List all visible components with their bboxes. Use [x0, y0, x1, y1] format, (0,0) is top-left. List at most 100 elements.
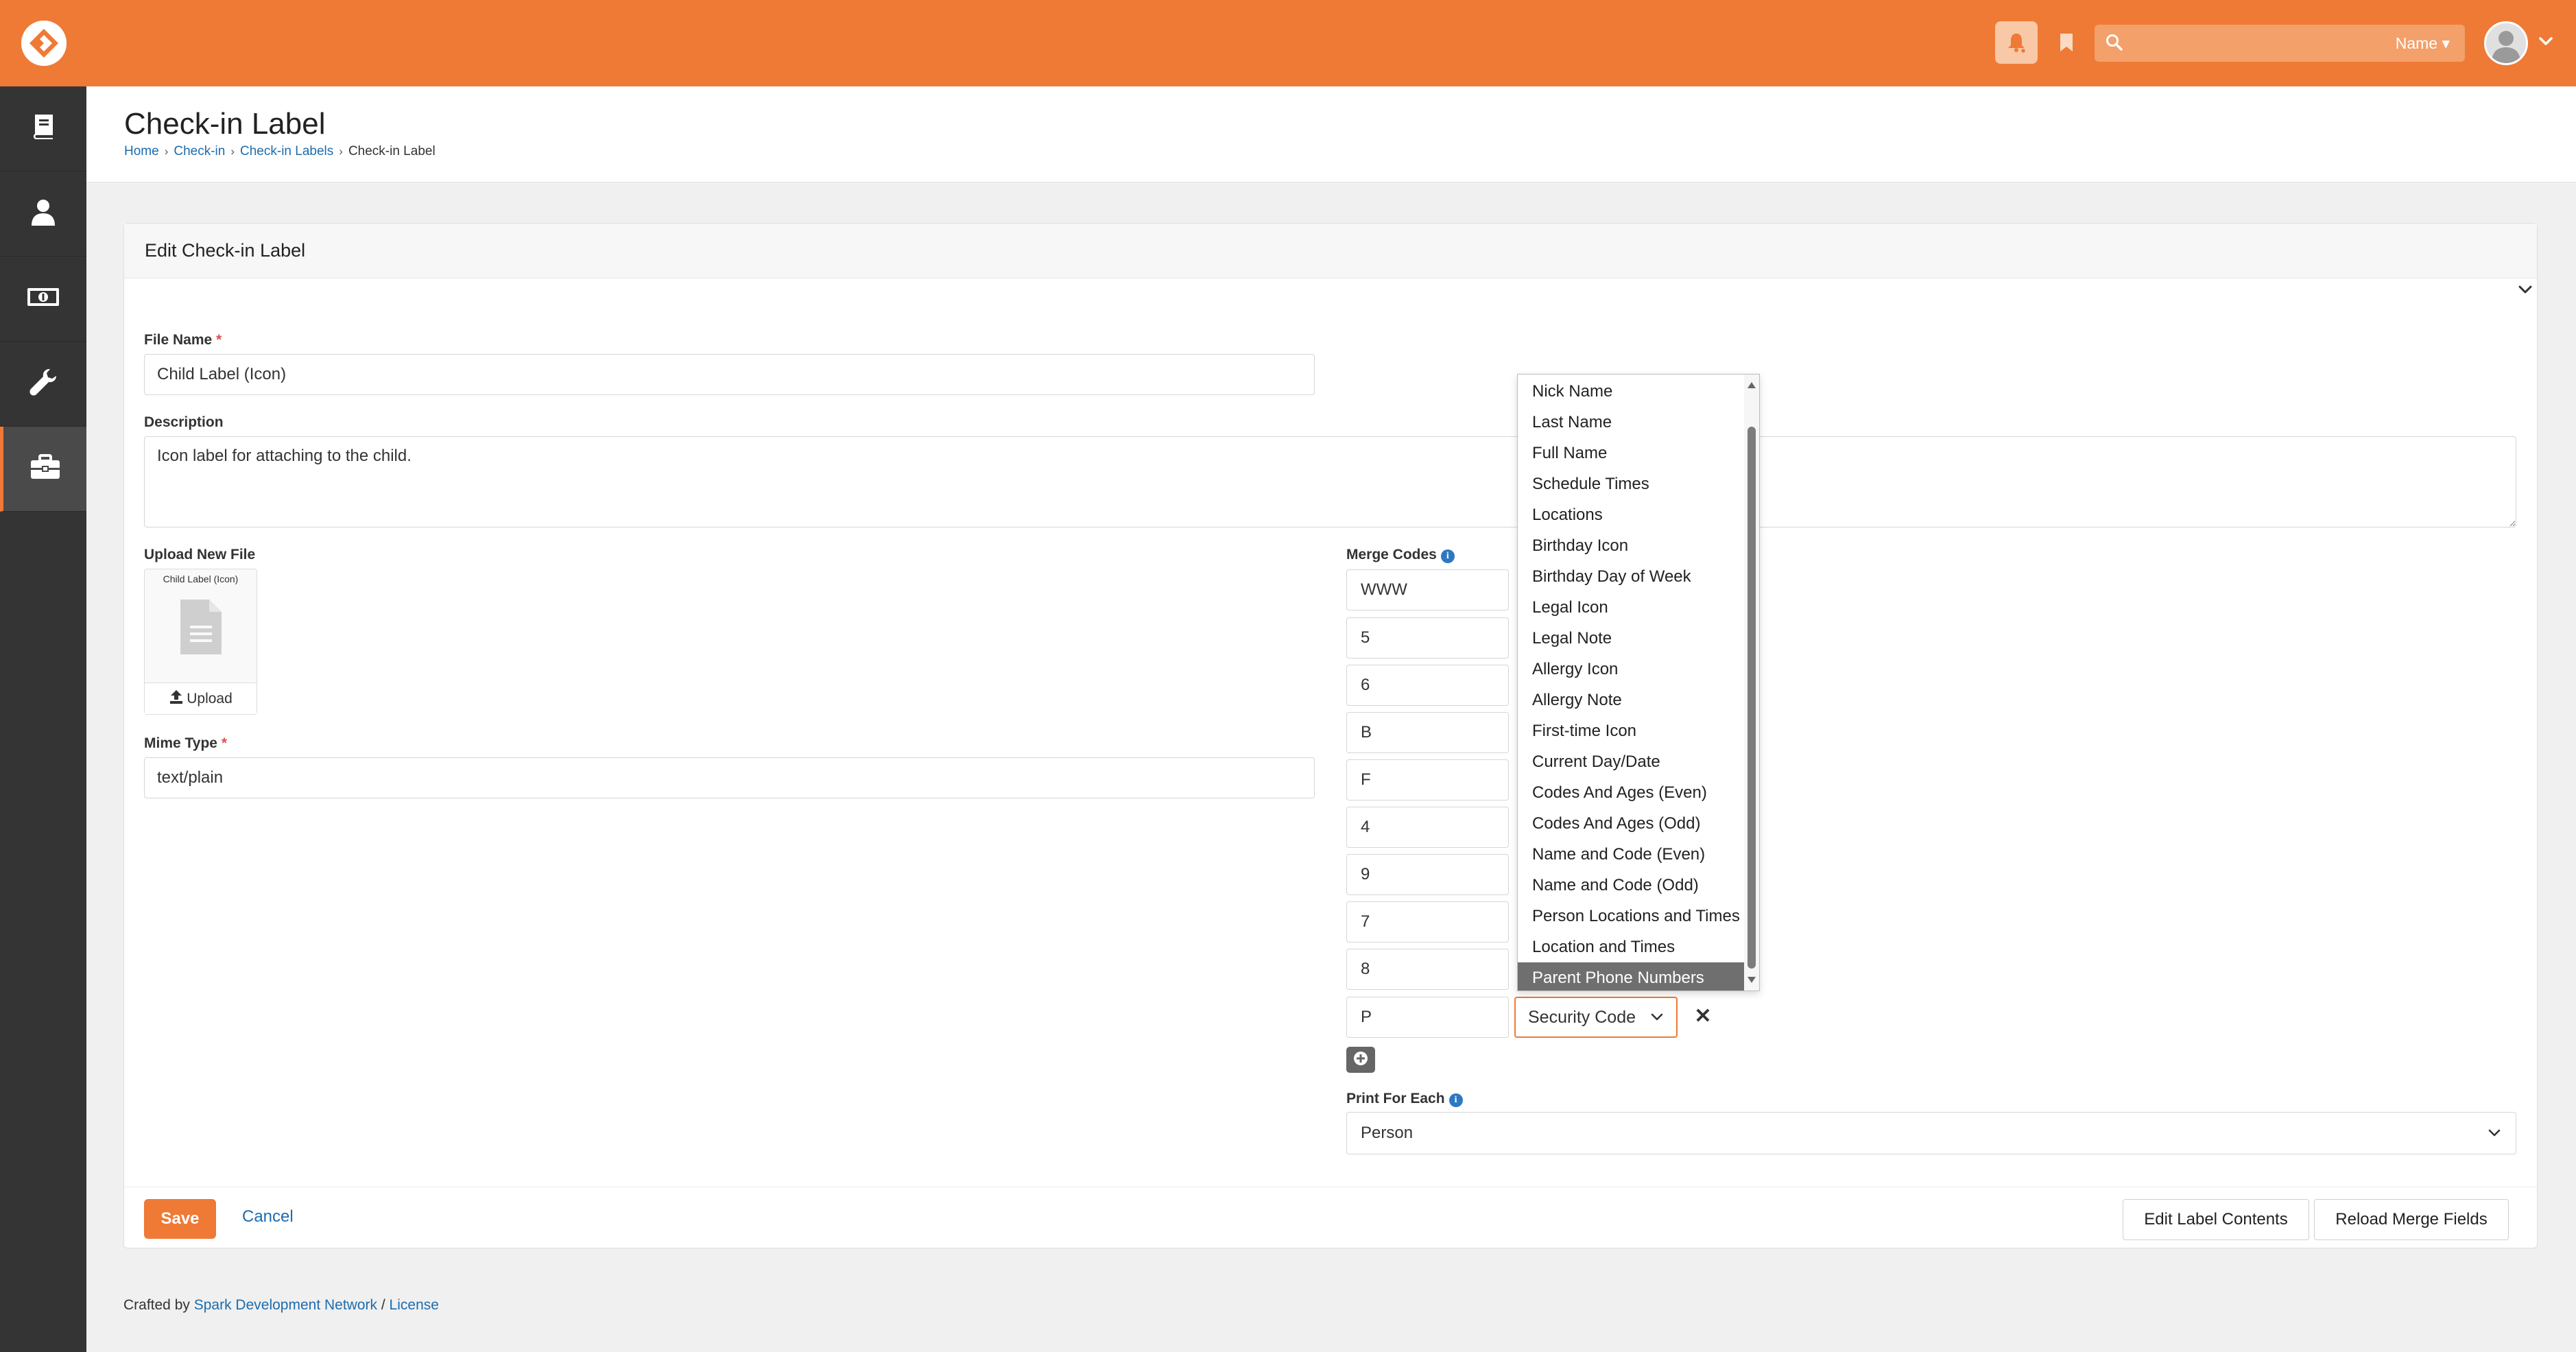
- search-box: Name ▾: [2095, 25, 2465, 62]
- merge-code-key-input[interactable]: 8: [1346, 949, 1509, 990]
- book-icon: [31, 113, 56, 144]
- merge-field-select[interactable]: Security Code: [1514, 997, 1678, 1038]
- dropdown-option[interactable]: Legal Icon: [1518, 592, 1744, 623]
- add-merge-code-button[interactable]: [1346, 1047, 1375, 1073]
- breadcrumb: Home › Check-in › Check-in Labels › Check-in L…: [124, 144, 436, 159]
- merge-codes-label: Merge Codes i: [1346, 547, 1455, 563]
- chevron-right-icon: ›: [339, 145, 343, 158]
- rock-logo-icon[interactable]: [21, 21, 67, 66]
- notifications-bell-icon[interactable]: [1995, 21, 2038, 64]
- dropdown-option[interactable]: Person Locations and Times: [1518, 901, 1744, 932]
- save-button[interactable]: Save: [144, 1199, 216, 1239]
- top-navbar: Name ▾: [0, 0, 2576, 86]
- dropdown-option[interactable]: Full Name: [1518, 438, 1744, 469]
- upload-button-label: Upload: [187, 690, 232, 707]
- uploaded-file-name: Child Label (Icon): [163, 573, 239, 584]
- dropdown-scrollbar[interactable]: [1744, 375, 1759, 991]
- sidebar: [0, 86, 86, 1352]
- merge-code-key-input[interactable]: WWW: [1346, 569, 1509, 610]
- dropdown-option[interactable]: Locations: [1518, 499, 1744, 530]
- cancel-button[interactable]: Cancel: [242, 1207, 294, 1226]
- dropdown-option[interactable]: Nick Name: [1518, 376, 1744, 407]
- sidebar-item-people[interactable]: [0, 171, 86, 257]
- crafted-by-text: Crafted by: [123, 1297, 190, 1313]
- scroll-up-arrow-icon[interactable]: [1747, 380, 1756, 392]
- page-header: Check-in Label Home › Check-in › Check-in La…: [86, 86, 2576, 182]
- briefcase-icon: [30, 454, 60, 484]
- sidebar-item-book[interactable]: [0, 86, 86, 171]
- dropdown-option[interactable]: First-time Icon: [1518, 715, 1744, 746]
- merge-codes-label-text: Merge Codes: [1346, 547, 1437, 562]
- scroll-down-arrow-icon[interactable]: [1747, 975, 1756, 988]
- spark-link[interactable]: Spark Development Network: [194, 1297, 377, 1313]
- dropdown-option[interactable]: Schedule Times: [1518, 469, 1744, 499]
- required-mark: *: [221, 735, 227, 751]
- breadcrumb-current: Check-in Label: [348, 144, 436, 158]
- upload-new-file-label: Upload New File: [144, 547, 256, 562]
- scrollbar-thumb[interactable]: [1748, 427, 1756, 969]
- footer-credits: Crafted by Spark Development Network / L…: [123, 1297, 439, 1314]
- dropdown-option[interactable]: Codes And Ages (Even): [1518, 777, 1744, 808]
- sidebar-item-finance[interactable]: [0, 257, 86, 342]
- file-name-input[interactable]: [144, 354, 1315, 395]
- remove-merge-code-button[interactable]: ✕: [1686, 997, 1720, 1035]
- user-avatar[interactable]: [2484, 21, 2528, 65]
- sidebar-item-admin[interactable]: [0, 427, 86, 512]
- bookmark-icon[interactable]: [2045, 21, 2088, 64]
- merge-code-key-input[interactable]: F: [1346, 759, 1509, 800]
- print-for-each-value: Person: [1361, 1124, 1414, 1142]
- search-input[interactable]: [2138, 29, 2344, 58]
- dropdown-option-highlighted[interactable]: Parent Phone Numbers: [1518, 962, 1744, 991]
- document-icon: [179, 598, 223, 659]
- file-uploader: Child Label (Icon) Upload: [144, 569, 257, 715]
- dropdown-option[interactable]: Location and Times: [1518, 932, 1744, 962]
- dropdown-option[interactable]: Birthday Day of Week: [1518, 561, 1744, 592]
- info-icon[interactable]: i: [1448, 1093, 1463, 1107]
- mime-type-label-text: Mime Type: [144, 735, 217, 751]
- footer-separator: /: [381, 1297, 385, 1313]
- breadcrumb-home[interactable]: Home: [124, 144, 159, 158]
- upload-button[interactable]: Upload: [145, 683, 257, 714]
- print-for-each-select[interactable]: Person: [1346, 1112, 2516, 1154]
- chevron-down-icon[interactable]: [2516, 281, 2534, 302]
- dropdown-option[interactable]: Allergy Note: [1518, 685, 1744, 715]
- info-icon[interactable]: i: [1440, 549, 1455, 563]
- edit-label-contents-button[interactable]: Edit Label Contents: [2123, 1199, 2309, 1240]
- description-label: Description: [144, 414, 224, 430]
- search-icon: [2106, 34, 2123, 55]
- dropdown-option[interactable]: Birthday Icon: [1518, 530, 1744, 561]
- merge-field-select-value: Security Code: [1528, 1008, 1636, 1027]
- chevron-down-icon: [1650, 998, 1664, 1050]
- merge-code-key-input[interactable]: B: [1346, 712, 1509, 753]
- plus-circle-icon: [1352, 1050, 1369, 1070]
- panel-heading: Edit Check-in Label: [124, 224, 2537, 278]
- chevron-right-icon: ›: [164, 145, 169, 158]
- required-mark: *: [216, 332, 222, 348]
- reload-merge-fields-button[interactable]: Reload Merge Fields: [2314, 1199, 2509, 1240]
- dropdown-option[interactable]: Name and Code (Even): [1518, 839, 1744, 870]
- merge-code-key-input[interactable]: 9: [1346, 854, 1509, 895]
- dropdown-option[interactable]: Current Day/Date: [1518, 746, 1744, 777]
- dropdown-option[interactable]: Codes And Ages (Odd): [1518, 808, 1744, 839]
- dropdown-option[interactable]: Allergy Icon: [1518, 654, 1744, 685]
- merge-code-key-input[interactable]: 6: [1346, 665, 1509, 706]
- merge-code-key-input[interactable]: 4: [1346, 807, 1509, 848]
- sidebar-item-admin-tools[interactable]: [0, 342, 86, 427]
- wrench-icon: [29, 368, 58, 400]
- merge-code-key-input[interactable]: 5: [1346, 617, 1509, 659]
- mime-type-input[interactable]: [144, 757, 1315, 798]
- chevron-down-icon[interactable]: [2538, 33, 2554, 53]
- breadcrumb-checkin-labels[interactable]: Check-in Labels: [240, 144, 333, 158]
- merge-code-key-input[interactable]: 7: [1346, 901, 1509, 942]
- breadcrumb-checkin[interactable]: Check-in: [174, 144, 225, 158]
- mime-type-label: Mime Type *: [144, 735, 227, 752]
- license-link[interactable]: License: [390, 1297, 439, 1313]
- dropdown-option[interactable]: Last Name: [1518, 407, 1744, 438]
- merge-code-key-input[interactable]: P: [1346, 997, 1509, 1038]
- search-scope-dropdown[interactable]: Name ▾: [2396, 34, 2450, 53]
- file-name-label-text: File Name: [144, 332, 213, 348]
- dropdown-option[interactable]: Legal Note: [1518, 623, 1744, 654]
- user-icon: [30, 198, 56, 229]
- description-textarea[interactable]: Icon label for attaching to the child.: [144, 436, 2516, 527]
- dropdown-option[interactable]: Name and Code (Odd): [1518, 870, 1744, 901]
